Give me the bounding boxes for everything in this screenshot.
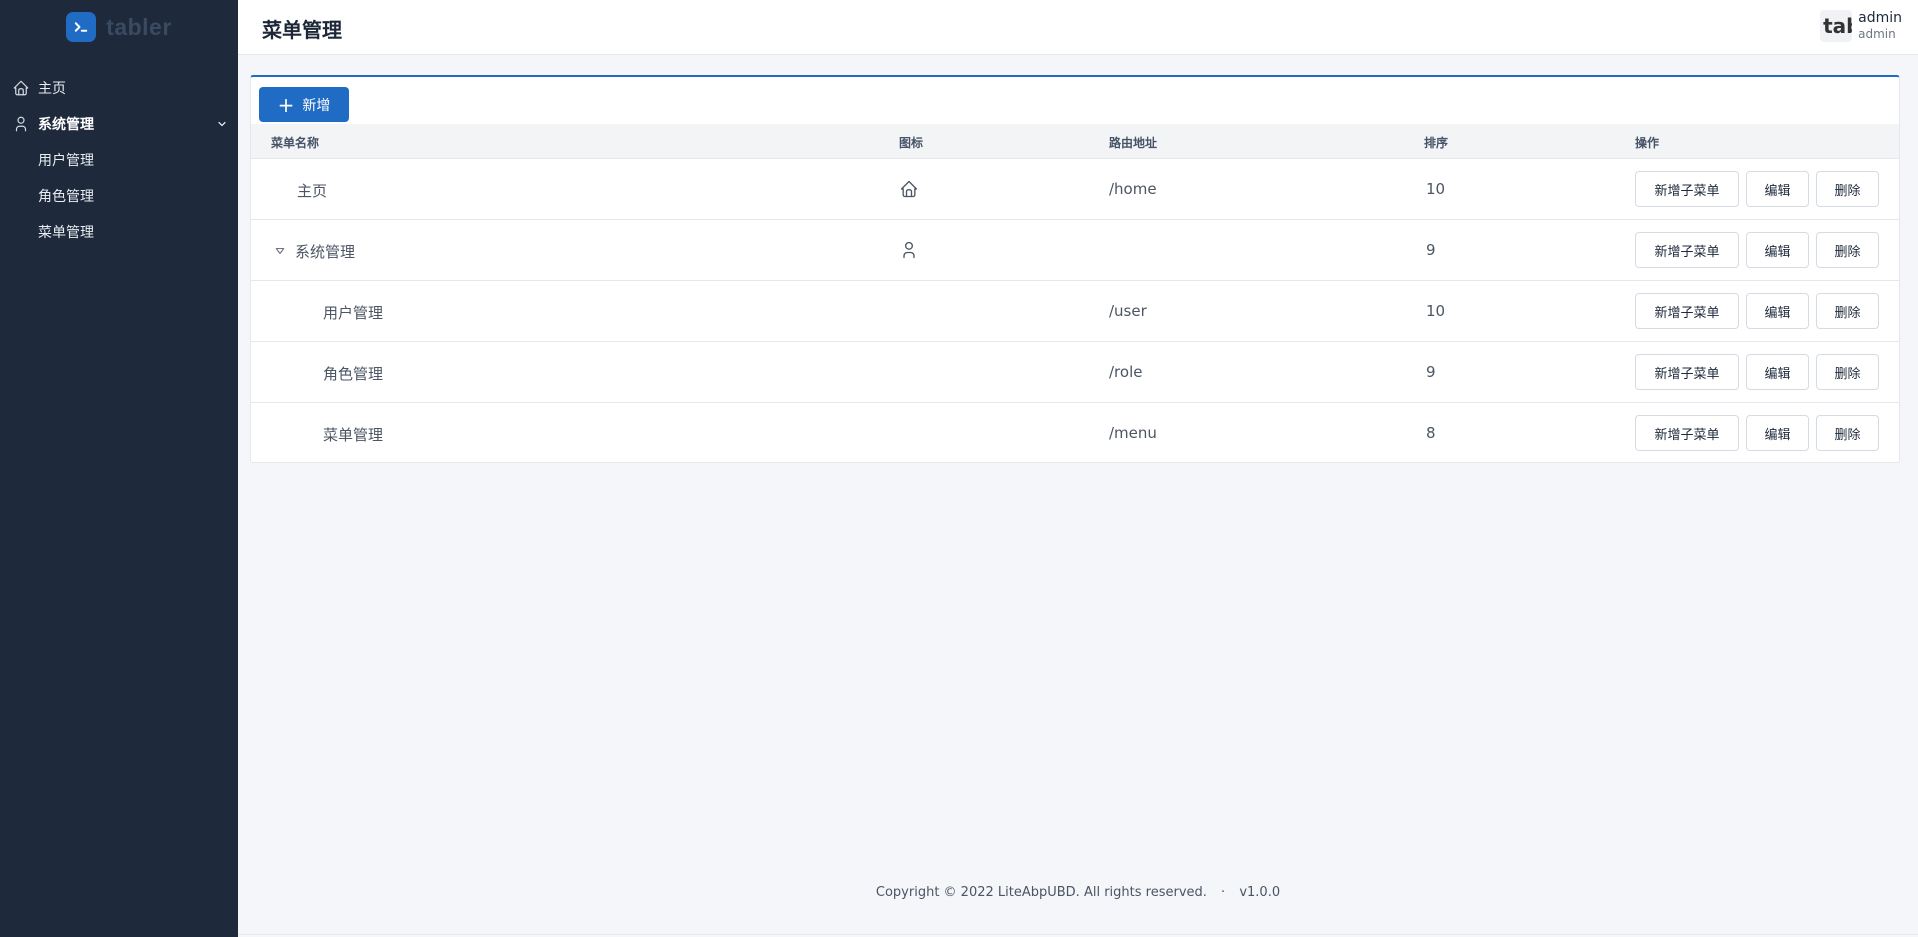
sidebar-item-label: 菜单管理 — [38, 225, 94, 241]
menu-name: 用户管理 — [323, 304, 384, 322]
sidebar-item-label: 系统管理 — [38, 117, 94, 133]
sidebar-item-label: 主页 — [38, 81, 66, 97]
edit-button[interactable]: 编辑 — [1746, 171, 1809, 207]
home-icon — [12, 79, 30, 97]
footer-separator: · — [1221, 885, 1226, 900]
menu-route: /user — [1109, 302, 1147, 320]
sidebar-item-label: 角色管理 — [38, 189, 94, 205]
version-link[interactable]: v1.0.0 — [1239, 885, 1280, 900]
column-header-order: 排序 — [1424, 136, 1449, 150]
menu-route: /home — [1109, 180, 1157, 198]
row-actions: 新增子菜单 编辑 删除 — [1635, 293, 1879, 329]
edit-button[interactable]: 编辑 — [1746, 293, 1809, 329]
user-menu[interactable]: tabler admin admin — [1820, 10, 1902, 42]
sidebar-item-home[interactable]: 主页 — [0, 70, 238, 106]
edit-button[interactable]: 编辑 — [1746, 354, 1809, 390]
page-title: 菜单管理 — [262, 18, 342, 42]
brand-name: tabler — [106, 13, 172, 40]
menu-name: 菜单管理 — [323, 426, 384, 444]
copyright-text: Copyright © 2022 LiteAbpUBD. All rights … — [875, 885, 1207, 900]
delete-button[interactable]: 删除 — [1816, 232, 1879, 268]
menu-order: 9 — [1426, 363, 1436, 381]
sidebar-item-roles[interactable]: 角色管理 — [0, 178, 238, 214]
menu-order: 10 — [1426, 180, 1446, 198]
table-row[interactable]: 菜单管理 /menu 8 新增子菜单 编辑 删除 — [251, 403, 1899, 464]
avatar[interactable]: tabler — [1820, 10, 1853, 42]
add-button-label: 新增 — [302, 97, 331, 114]
menu-name: 系统管理 — [295, 243, 356, 261]
user-name: admin — [1858, 10, 1902, 26]
column-header-actions: 操作 — [1635, 136, 1660, 150]
delete-button[interactable]: 删除 — [1816, 354, 1879, 390]
home-icon — [900, 180, 918, 198]
table-row[interactable]: 用户管理 /user 10 新增子菜单 编辑 删除 — [251, 281, 1899, 342]
table-row[interactable]: 系统管理 9 新增子菜单 编辑 删除 — [251, 220, 1899, 281]
add-child-menu-button[interactable]: 新增子菜单 — [1635, 293, 1739, 329]
menu-order: 9 — [1426, 241, 1436, 259]
edit-button[interactable]: 编辑 — [1746, 232, 1809, 268]
menu-order: 8 — [1426, 424, 1436, 442]
add-menu-button[interactable]: + 新增 — [259, 87, 349, 122]
menu-order: 10 — [1426, 302, 1446, 320]
column-header-icon: 图标 — [899, 136, 924, 150]
chevron-down-icon[interactable] — [216, 118, 228, 130]
delete-button[interactable]: 删除 — [1816, 293, 1879, 329]
add-child-menu-button[interactable]: 新增子菜单 — [1635, 354, 1739, 390]
sidebar-item-label: 用户管理 — [38, 153, 94, 169]
add-child-menu-button[interactable]: 新增子菜单 — [1635, 232, 1739, 268]
sidebar-item-users[interactable]: 用户管理 — [0, 142, 238, 178]
row-actions: 新增子菜单 编辑 删除 — [1635, 415, 1879, 451]
row-actions: 新增子菜单 编辑 删除 — [1635, 171, 1879, 207]
menu-route: /role — [1109, 363, 1143, 381]
user-info: admin admin — [1858, 10, 1902, 42]
user-role: admin — [1858, 27, 1896, 41]
column-header-route: 路由地址 — [1109, 136, 1158, 150]
user-icon — [903, 241, 915, 259]
caret-down-icon[interactable] — [275, 246, 285, 256]
delete-button[interactable]: 删除 — [1816, 171, 1879, 207]
add-child-menu-button[interactable]: 新增子菜单 — [1635, 171, 1739, 207]
user-icon — [12, 115, 30, 133]
row-actions: 新增子菜单 编辑 删除 — [1635, 354, 1879, 390]
plus-icon: + — [277, 92, 295, 117]
delete-button[interactable]: 删除 — [1816, 415, 1879, 451]
sidebar-item-system[interactable]: 系统管理 — [0, 106, 238, 142]
table-row[interactable]: 主页 /home 10 新增子菜单 编辑 删除 — [251, 159, 1899, 220]
divider — [238, 934, 1918, 935]
table-header: 菜单名称 图标 路由地址 排序 操作 — [251, 124, 1899, 159]
menu-table-card: + 新增 菜单名称 图标 路由地址 排序 操作 主页 /home 10 新增子菜… — [250, 75, 1900, 463]
menu-table: 菜单名称 图标 路由地址 排序 操作 主页 /home 10 新增子菜单 编辑 … — [251, 124, 1899, 464]
sidebar-nav: 主页 系统管理 用户管理 角色管理 菜单管理 — [0, 70, 238, 250]
top-header: 菜单管理 tabler admin admin — [238, 0, 1918, 55]
sidebar-item-menus[interactable]: 菜单管理 — [0, 214, 238, 250]
sidebar: tabler 主页 系统管理 用户管理 角色管理 菜单管理 — [0, 0, 238, 937]
table-row[interactable]: 角色管理 /role 9 新增子菜单 编辑 删除 — [251, 342, 1899, 403]
menu-route: /menu — [1109, 424, 1157, 442]
row-actions: 新增子菜单 编辑 删除 — [1635, 232, 1879, 268]
footer: Copyright © 2022 LiteAbpUBD. All rights … — [238, 885, 1918, 900]
terminal-icon — [66, 12, 97, 42]
add-child-menu-button[interactable]: 新增子菜单 — [1635, 415, 1739, 451]
menu-name: 角色管理 — [323, 365, 384, 383]
menu-name: 主页 — [297, 182, 328, 200]
edit-button[interactable]: 编辑 — [1746, 415, 1809, 451]
column-header-name: 菜单名称 — [271, 136, 320, 150]
brand[interactable]: tabler — [0, 0, 238, 54]
